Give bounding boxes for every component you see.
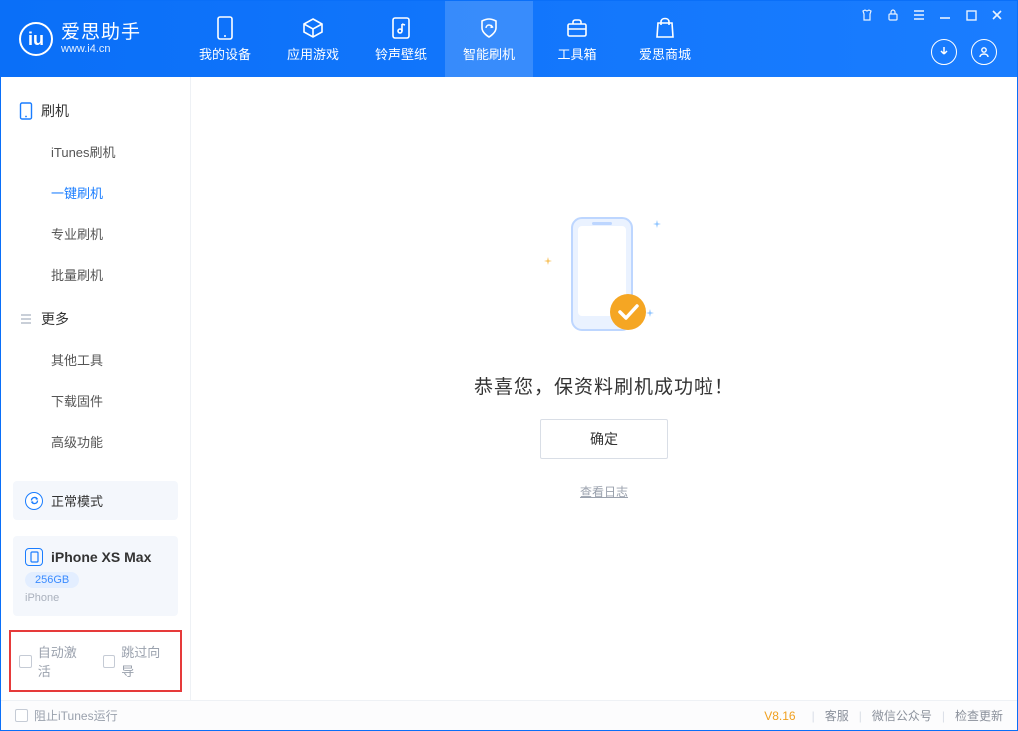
success-illustration bbox=[529, 202, 679, 352]
sidebar-item-batch-flash[interactable]: 批量刷机 bbox=[1, 254, 190, 295]
phone-success-icon bbox=[554, 212, 654, 342]
phone-icon bbox=[213, 16, 237, 40]
sparkle-icon bbox=[646, 309, 654, 317]
view-log-link[interactable]: 查看日志 bbox=[580, 483, 628, 500]
header-right bbox=[859, 1, 1007, 77]
sidebar-item-itunes-flash[interactable]: iTunes刷机 bbox=[1, 131, 190, 172]
brand-text: 爱思助手 www.i4.cn bbox=[61, 23, 141, 56]
menu-icon[interactable] bbox=[911, 7, 927, 23]
checkbox-label: 跳过向导 bbox=[121, 642, 172, 680]
auto-activate-checkbox[interactable]: 自动激活 bbox=[19, 642, 89, 680]
title-bar: iu 爱思助手 www.i4.cn 我的设备 应用游戏 铃声壁纸 bbox=[1, 1, 1017, 77]
sync-icon bbox=[25, 492, 43, 510]
nav-ringtones-wallpapers[interactable]: 铃声壁纸 bbox=[357, 1, 445, 77]
check-update-link[interactable]: 检查更新 bbox=[955, 707, 1003, 724]
nav-label: 智能刷机 bbox=[463, 44, 515, 63]
shirt-icon[interactable] bbox=[859, 7, 875, 23]
brand: iu 爱思助手 www.i4.cn bbox=[1, 1, 181, 77]
toolbox-icon bbox=[565, 16, 589, 40]
checkbox-icon bbox=[103, 655, 116, 668]
stop-itunes-checkbox[interactable]: 阻止iTunes运行 bbox=[15, 707, 118, 724]
main-content: 恭喜您，保资料刷机成功啦！ 确定 查看日志 bbox=[191, 77, 1017, 700]
sidebar-group-label: 更多 bbox=[41, 309, 69, 329]
brand-title: 爱思助手 bbox=[61, 23, 141, 44]
brand-logo-icon: iu bbox=[19, 22, 53, 56]
sidebar-bottom-options: 自动激活 跳过向导 bbox=[9, 630, 182, 692]
close-icon[interactable] bbox=[989, 7, 1005, 23]
skip-guide-checkbox[interactable]: 跳过向导 bbox=[103, 642, 173, 680]
sidebar-item-download-firmware[interactable]: 下载固件 bbox=[1, 380, 190, 421]
music-file-icon bbox=[389, 16, 413, 40]
checkbox-label: 阻止iTunes运行 bbox=[34, 707, 118, 724]
list-icon bbox=[19, 312, 33, 326]
phone-small-icon bbox=[19, 102, 33, 120]
cube-icon bbox=[301, 16, 325, 40]
checkbox-label: 自动激活 bbox=[38, 642, 89, 680]
nav-store[interactable]: 爱思商城 bbox=[621, 1, 709, 77]
shopping-bag-icon bbox=[653, 16, 677, 40]
checkbox-icon bbox=[15, 709, 28, 722]
flash-result-panel: 恭喜您，保资料刷机成功啦！ 确定 查看日志 bbox=[474, 202, 734, 500]
sidebar-group-label: 刷机 bbox=[41, 101, 69, 121]
minimize-icon[interactable] bbox=[937, 7, 953, 23]
sidebar-group-more: 更多 bbox=[1, 295, 190, 339]
status-bar: 阻止iTunes运行 V8.16 | 客服 | 微信公众号 | 检查更新 bbox=[1, 700, 1017, 730]
nav-toolbox[interactable]: 工具箱 bbox=[533, 1, 621, 77]
maximize-icon[interactable] bbox=[963, 7, 979, 23]
sidebar-item-other-tools[interactable]: 其他工具 bbox=[1, 339, 190, 380]
profile-button[interactable] bbox=[971, 39, 997, 65]
nav-smart-flash[interactable]: 智能刷机 bbox=[445, 1, 533, 77]
checkbox-icon bbox=[19, 655, 32, 668]
device-capacity: 256GB bbox=[25, 572, 79, 588]
device-name: iPhone XS Max bbox=[51, 549, 151, 565]
lock-icon[interactable] bbox=[885, 7, 901, 23]
nav-label: 爱思商城 bbox=[639, 44, 691, 63]
sidebar-item-advanced[interactable]: 高级功能 bbox=[1, 421, 190, 462]
top-nav: 我的设备 应用游戏 铃声壁纸 智能刷机 工具箱 bbox=[181, 1, 709, 77]
nav-label: 工具箱 bbox=[557, 44, 596, 63]
device-info-box[interactable]: iPhone XS Max 256GB iPhone bbox=[13, 536, 178, 616]
nav-label: 铃声壁纸 bbox=[375, 44, 427, 63]
sidebar-item-pro-flash[interactable]: 专业刷机 bbox=[1, 213, 190, 254]
sidebar-item-onekey-flash[interactable]: 一键刷机 bbox=[1, 172, 190, 213]
sparkle-icon bbox=[653, 220, 661, 228]
ok-button[interactable]: 确定 bbox=[540, 419, 668, 459]
refresh-shield-icon bbox=[477, 16, 501, 40]
sparkle-icon bbox=[544, 257, 552, 265]
support-link[interactable]: 客服 bbox=[825, 707, 849, 724]
version-label: V8.16 bbox=[764, 709, 795, 723]
window-controls bbox=[859, 7, 1005, 23]
nav-label: 我的设备 bbox=[199, 44, 251, 63]
nav-apps-games[interactable]: 应用游戏 bbox=[269, 1, 357, 77]
brand-subtitle: www.i4.cn bbox=[61, 43, 141, 55]
sidebar: 刷机 iTunes刷机 一键刷机 专业刷机 批量刷机 更多 其他工具 下载固件 … bbox=[1, 77, 191, 700]
device-phone-icon bbox=[25, 548, 43, 566]
sidebar-group-flash: 刷机 bbox=[1, 87, 190, 131]
nav-my-device[interactable]: 我的设备 bbox=[181, 1, 269, 77]
wechat-link[interactable]: 微信公众号 bbox=[872, 707, 932, 724]
device-mode-label: 正常模式 bbox=[51, 491, 103, 510]
nav-label: 应用游戏 bbox=[287, 44, 339, 63]
device-mode-box: 正常模式 bbox=[13, 481, 178, 520]
download-button[interactable] bbox=[931, 39, 957, 65]
device-type: iPhone bbox=[25, 592, 166, 604]
success-title: 恭喜您，保资料刷机成功啦！ bbox=[474, 372, 734, 399]
